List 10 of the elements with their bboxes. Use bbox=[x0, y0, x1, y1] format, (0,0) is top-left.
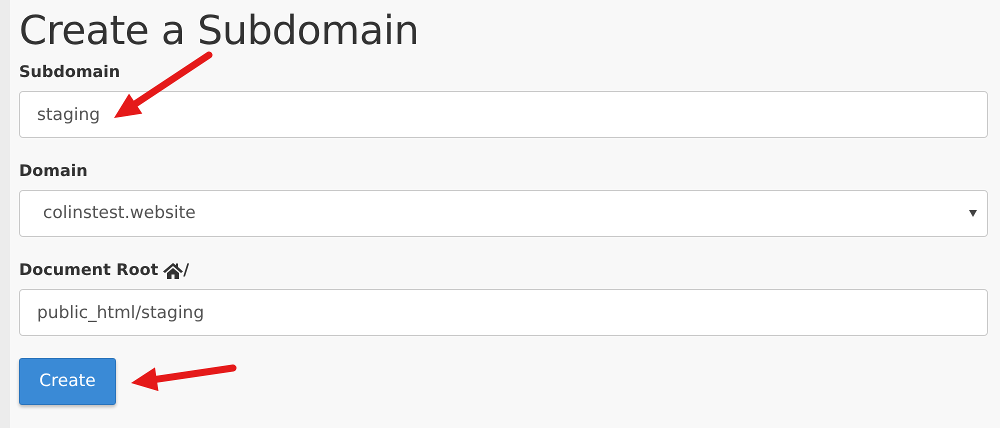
page-title: Create a Subdomain bbox=[19, 7, 420, 56]
field-label: Subdomain bbox=[19, 61, 122, 83]
path-separator: / bbox=[183, 259, 190, 281]
field-label: Document Root bbox=[19, 259, 158, 281]
domain-select[interactable]: colinstest.website bbox=[19, 190, 988, 237]
field-label: Domain bbox=[19, 160, 89, 182]
input-field[interactable]: public_html/staging bbox=[19, 289, 988, 336]
create-button[interactable]: Create bbox=[19, 358, 116, 405]
input-field[interactable]: staging bbox=[19, 91, 988, 138]
caret-icon bbox=[969, 210, 977, 217]
